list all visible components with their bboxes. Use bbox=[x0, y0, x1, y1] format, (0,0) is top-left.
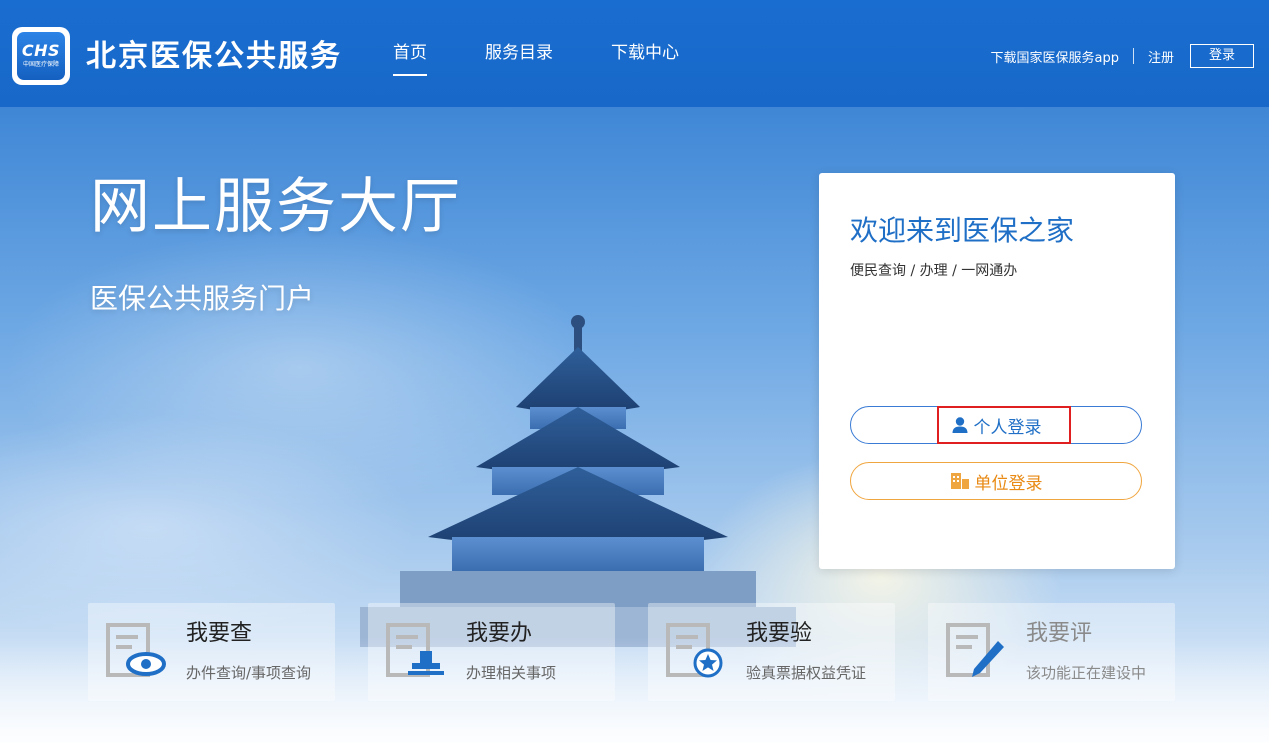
tile-query-title: 我要查 bbox=[186, 621, 253, 646]
card-title: 欢迎来到医保之家 bbox=[850, 214, 1075, 247]
star-badge-icon bbox=[666, 621, 726, 685]
card-subtitle: 便民查询 / 办理 / 一网通办 bbox=[850, 263, 1018, 279]
tile-verify[interactable]: 我要验 验真票据权益凭证 bbox=[648, 603, 895, 701]
unit-login-label: 单位登录 bbox=[974, 473, 1043, 494]
top-header: CHS 中国医疗保障 北京医保公共服务 首页 服务目录 下载中心 下载国家医保服… bbox=[0, 0, 1269, 107]
tile-verify-title: 我要验 bbox=[746, 621, 813, 646]
hero-subtitle: 医保公共服务门户 bbox=[90, 282, 315, 315]
main-nav: 首页 服务目录 下载中心 bbox=[393, 40, 737, 76]
personal-login-label: 个人登录 bbox=[973, 417, 1042, 438]
download-app-link[interactable]: 下载国家医保服务app bbox=[990, 47, 1118, 66]
stamp-icon bbox=[386, 621, 446, 685]
register-link[interactable]: 注册 bbox=[1148, 47, 1174, 66]
tile-handle-title: 我要办 bbox=[466, 621, 533, 646]
tile-evaluate-desc: 该功能正在建设中 bbox=[1026, 664, 1147, 682]
header-actions: 下载国家医保服务app 注册 登录 bbox=[990, 44, 1254, 68]
personal-login-button[interactable]: 个人登录 bbox=[850, 406, 1142, 444]
eye-icon bbox=[106, 621, 166, 685]
tile-query-desc: 办件查询/事项查询 bbox=[186, 664, 312, 682]
logo-mark-text: CHS bbox=[21, 41, 61, 60]
tile-query[interactable]: 我要查 办件查询/事项查询 bbox=[88, 603, 335, 701]
tile-evaluate[interactable]: 我要评 该功能正在建设中 bbox=[928, 603, 1175, 701]
tile-evaluate-title: 我要评 bbox=[1026, 621, 1093, 646]
tile-handle[interactable]: 我要办 办理相关事项 bbox=[368, 603, 615, 701]
logo-sub-text: 中国医疗保障 bbox=[22, 61, 59, 68]
chs-logo[interactable]: CHS 中国医疗保障 bbox=[12, 27, 70, 85]
logo-badge: CHS 中国医疗保障 bbox=[17, 32, 65, 80]
tile-verify-desc: 验真票据权益凭证 bbox=[746, 664, 867, 682]
hero-title: 网上服务大厅 bbox=[90, 172, 462, 242]
header-divider bbox=[1132, 48, 1134, 64]
building-icon bbox=[950, 472, 970, 490]
nav-download-center[interactable]: 下载中心 bbox=[611, 40, 679, 66]
header-login-button[interactable]: 登录 bbox=[1189, 44, 1254, 68]
login-card: 欢迎来到医保之家 便民查询 / 办理 / 一网通办 个人登录 单位登录 bbox=[819, 173, 1175, 569]
nav-home[interactable]: 首页 bbox=[393, 40, 427, 76]
nav-service-catalog[interactable]: 服务目录 bbox=[485, 40, 553, 66]
site-title: 北京医保公共服务 bbox=[86, 39, 342, 74]
unit-login-button[interactable]: 单位登录 bbox=[850, 462, 1142, 500]
pen-icon bbox=[946, 621, 1006, 685]
tile-handle-desc: 办理相关事项 bbox=[466, 664, 557, 682]
user-icon bbox=[951, 416, 969, 434]
